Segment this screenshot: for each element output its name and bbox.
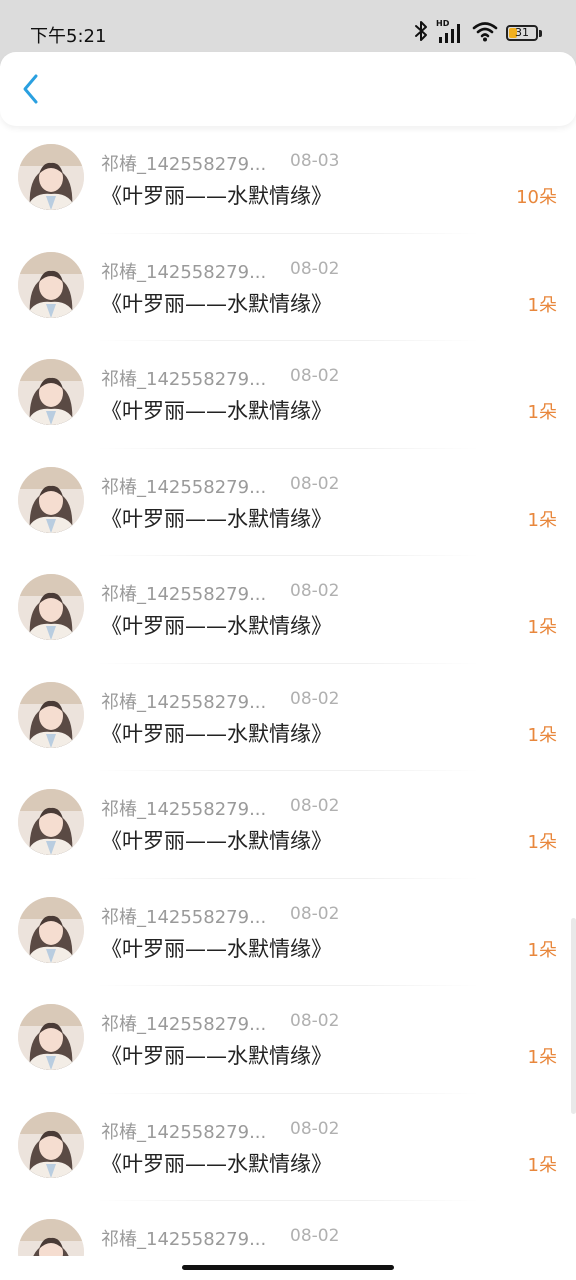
avatar[interactable] — [18, 359, 84, 425]
sender-username: 祁椿_142558279... — [101, 154, 267, 175]
avatar[interactable] — [18, 144, 84, 210]
work-title: 《叶罗丽——水默情缘》 — [101, 506, 332, 531]
flower-count: 1朵 — [527, 1047, 557, 1068]
work-title: 《叶罗丽——水默情缘》 — [101, 184, 332, 208]
gift-date: 08-02 — [290, 1118, 340, 1139]
hd-signal-icon: HD — [436, 19, 464, 45]
wifi-icon — [472, 20, 498, 46]
avatar[interactable] — [18, 681, 84, 748]
work-title: 《叶罗丽——水默情缘》 — [101, 936, 332, 961]
gift-date: 08-02 — [290, 473, 340, 494]
status-icons: HD 31 — [414, 19, 542, 46]
list-item[interactable]: 祁椿_142558279... 08-02 《叶罗丽——水默情缘》 1朵 — [0, 556, 576, 664]
list-item[interactable]: 祁椿_142558279... 08-02 《叶罗丽——水默情缘》 1朵 — [0, 986, 576, 1094]
home-indicator[interactable] — [182, 1265, 394, 1270]
status-time: 下午5:21 — [30, 26, 107, 47]
sender-username: 祁椿_142558279... — [101, 1121, 267, 1143]
gift-date: 08-02 — [290, 366, 340, 386]
sender-username: 祁椿_142558279... — [101, 1014, 267, 1035]
gift-date: 08-02 — [290, 1226, 340, 1246]
sender-username: 祁椿_142558279... — [101, 369, 267, 390]
back-button[interactable] — [14, 74, 48, 108]
flower-count: 1朵 — [527, 617, 557, 638]
flower-count: 1朵 — [527, 294, 557, 316]
battery-icon: 31 — [506, 25, 542, 41]
app-screen: 下午5:21 HD 31 祁椿_142558279... 08-03 《叶罗丽—… — [0, 0, 576, 1280]
avatar[interactable] — [18, 896, 84, 963]
avatar[interactable] — [18, 1111, 84, 1178]
list-item[interactable]: 祁椿_142558279... 08-02 《叶罗丽——水默情缘》 1朵 — [0, 449, 576, 556]
sender-username: 祁椿_142558279... — [101, 691, 267, 713]
chevron-left-icon — [21, 73, 41, 109]
list-item[interactable]: 祁椿_142558279... 08-02 — [0, 1201, 576, 1256]
flower-count: 1朵 — [527, 939, 557, 961]
battery-cap — [539, 29, 542, 37]
list-item[interactable]: 祁椿_142558279... 08-02 《叶罗丽——水默情缘》 1朵 — [0, 234, 576, 341]
work-title: 《叶罗丽——水默情缘》 — [101, 721, 332, 746]
list-item[interactable]: 祁椿_142558279... 08-02 《叶罗丽——水默情缘》 1朵 — [0, 1094, 576, 1201]
list-item[interactable]: 祁椿_142558279... 08-03 《叶罗丽——水默情缘》 10朵 — [0, 126, 576, 234]
bluetooth-icon — [414, 20, 428, 46]
sender-username: 祁椿_142558279... — [101, 584, 267, 605]
battery-level: 31 — [515, 26, 529, 39]
avatar[interactable] — [18, 466, 84, 533]
top-app-bar — [0, 52, 576, 126]
work-title: 《叶罗丽——水默情缘》 — [101, 829, 332, 853]
gift-date: 08-02 — [290, 903, 340, 924]
flower-count: 1朵 — [527, 509, 557, 531]
sender-username: 祁椿_142558279... — [101, 476, 267, 498]
avatar[interactable] — [18, 251, 84, 318]
sender-username: 祁椿_142558279... — [101, 1229, 267, 1250]
scrollbar[interactable] — [571, 918, 576, 1114]
work-title: 《叶罗丽——水默情缘》 — [101, 1044, 332, 1068]
gift-date: 08-02 — [290, 1011, 340, 1031]
gift-date: 08-02 — [290, 258, 340, 279]
list-item[interactable]: 祁椿_142558279... 08-02 《叶罗丽——水默情缘》 1朵 — [0, 664, 576, 771]
flower-count: 1朵 — [527, 1154, 557, 1176]
battery-body: 31 — [506, 25, 538, 41]
work-title: 《叶罗丽——水默情缘》 — [101, 399, 332, 423]
avatar[interactable] — [18, 574, 84, 640]
work-title: 《叶罗丽——水默情缘》 — [101, 614, 332, 638]
flower-count: 1朵 — [527, 832, 557, 853]
gift-date: 08-03 — [290, 151, 340, 171]
flower-count: 1朵 — [527, 402, 557, 423]
work-title: 《叶罗丽——水默情缘》 — [101, 1151, 332, 1176]
avatar[interactable] — [18, 1219, 84, 1256]
list-item[interactable]: 祁椿_142558279... 08-02 《叶罗丽——水默情缘》 1朵 — [0, 879, 576, 986]
gift-date: 08-02 — [290, 581, 340, 601]
sender-username: 祁椿_142558279... — [101, 906, 267, 928]
gift-date: 08-02 — [290, 796, 340, 816]
flower-count: 10朵 — [516, 187, 557, 208]
sender-username: 祁椿_142558279... — [101, 261, 267, 283]
work-title: 《叶罗丽——水默情缘》 — [101, 291, 332, 316]
avatar[interactable] — [18, 789, 84, 855]
flower-count: 1朵 — [527, 724, 557, 746]
avatar[interactable] — [18, 1004, 84, 1070]
gift-date: 08-02 — [290, 688, 340, 709]
list-item[interactable]: 祁椿_142558279... 08-02 《叶罗丽——水默情缘》 1朵 — [0, 771, 576, 879]
list-item[interactable]: 祁椿_142558279... 08-02 《叶罗丽——水默情缘》 1朵 — [0, 341, 576, 449]
sender-username: 祁椿_142558279... — [101, 799, 267, 820]
gift-record-list[interactable]: 祁椿_142558279... 08-03 《叶罗丽——水默情缘》 10朵 祁椿_14… — [0, 126, 576, 1256]
